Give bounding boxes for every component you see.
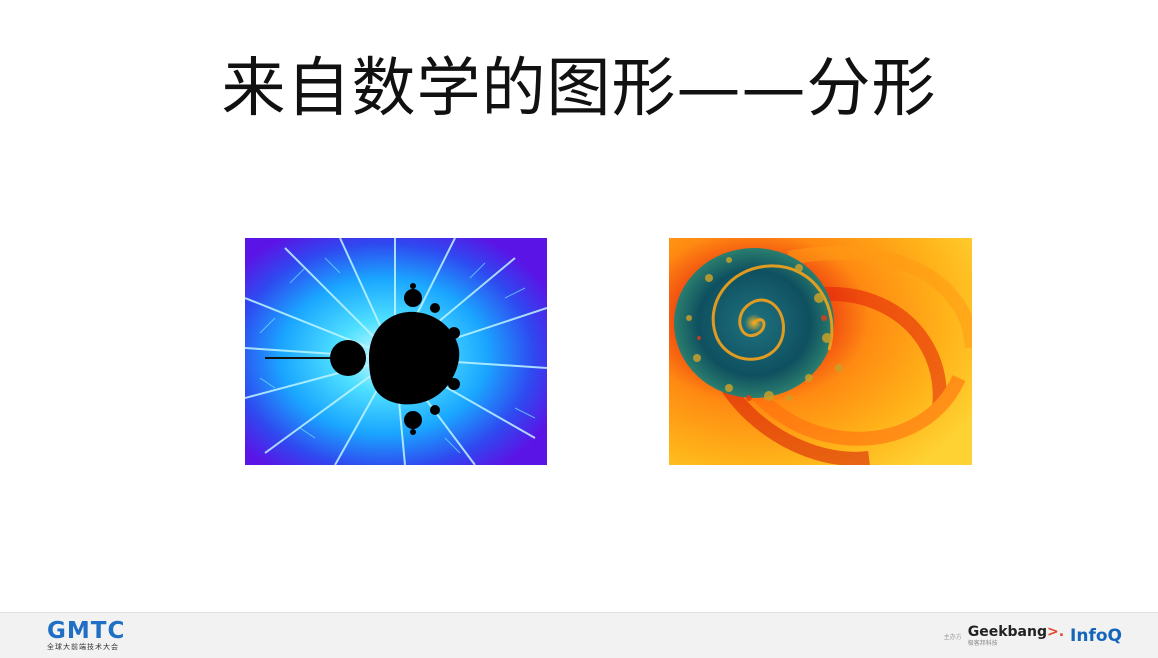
slide-title: 来自数学的图形——分形 — [221, 52, 937, 126]
spiral-image — [669, 238, 972, 465]
gmtc-logo-text: GMTC — [47, 618, 126, 644]
footer-bar: GMTC 全球大前端技术大会 主办方 Geekbang>. 极客邦科技 Info… — [0, 612, 1158, 658]
infoq-logo: InfoQ — [1070, 626, 1122, 646]
geekbang-logo: Geekbang>. 极客邦科技 — [967, 624, 1065, 648]
slide: 来自数学的图形——分形 GMTC 全球大前端技术大会 主办方 Geekbang>… — [0, 0, 1158, 658]
geekbang-subtitle: 极客邦科技 — [967, 640, 998, 647]
mandelbrot-fractal-icon — [245, 238, 547, 465]
spiral-fractal-icon — [669, 238, 972, 465]
gmtc-logo-subtitle: 全球大前端技术大会 — [47, 643, 119, 651]
sponsor-logos: 主办方 Geekbang>. 极客邦科技 InfoQ — [944, 623, 1122, 649]
gmtc-logo: GMTC 全球大前端技术大会 — [47, 619, 127, 655]
sponsor-label: 主办方 — [943, 633, 962, 641]
mandelbrot-image — [245, 238, 547, 465]
geekbang-text: Geekbang — [967, 624, 1047, 640]
geekbang-arrow-icon: >. — [1046, 624, 1065, 640]
